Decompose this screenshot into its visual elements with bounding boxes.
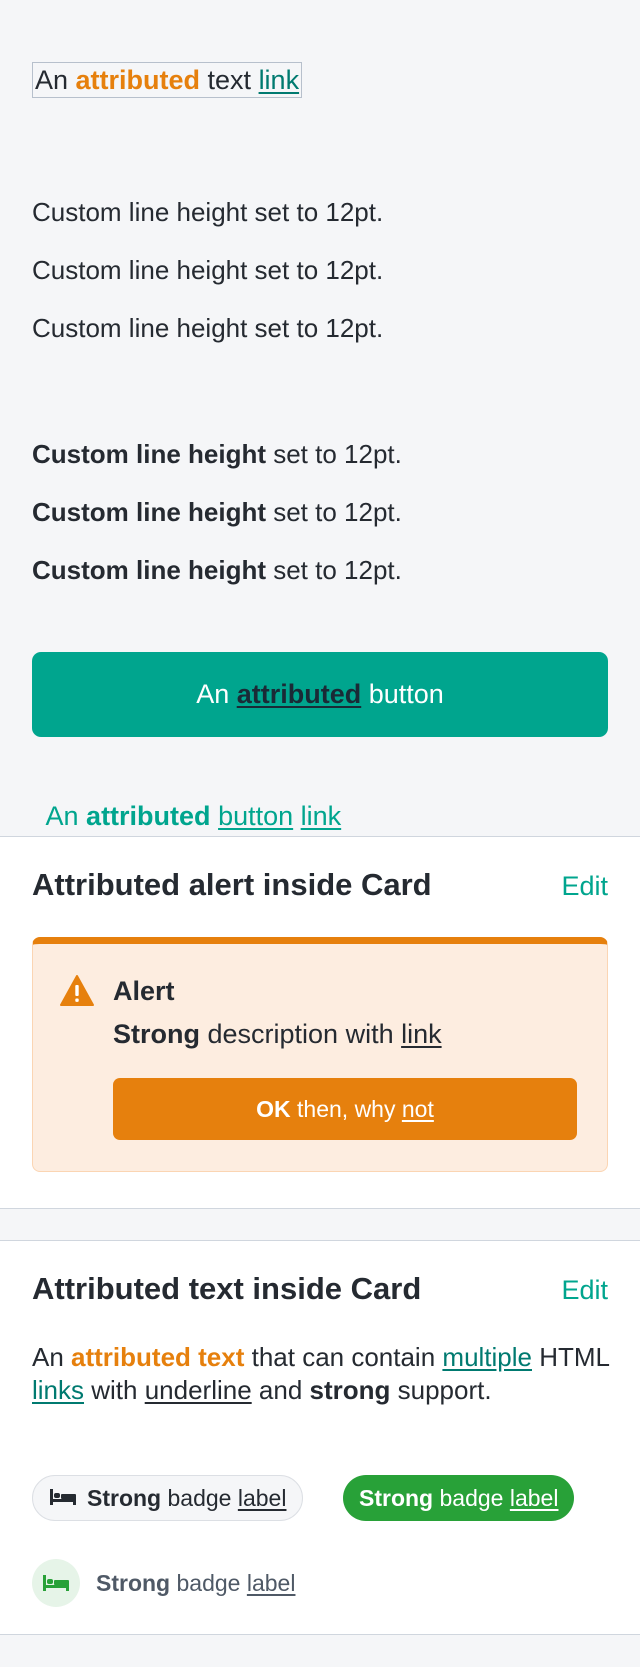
line-height-paragraph: Custom line height set to 12pt.: [32, 541, 402, 599]
text-segment-bold: attributed: [86, 801, 211, 831]
text-segment: [293, 801, 301, 831]
text-link[interactable]: link: [259, 65, 300, 95]
line-height-paragraph: Custom line height set to 12pt.: [32, 313, 384, 343]
neutral-badge: Strong badge label: [32, 1475, 304, 1521]
card-title: Attributed alert inside Card: [32, 867, 432, 902]
button-link: not: [401, 1095, 434, 1122]
text-segment: badge: [161, 1484, 238, 1511]
bold-text: Custom line height: [32, 555, 266, 585]
line-height-group-regular: Custom line height set to 12pt. Custom l…: [32, 183, 383, 357]
warning-icon: [59, 974, 95, 1013]
text-segment: [211, 801, 219, 831]
regular-text: set to 12pt.: [266, 555, 402, 585]
text-segment: and: [251, 1375, 310, 1405]
text-segment: description with: [200, 1019, 402, 1049]
button-text-attributed: attributed: [236, 679, 362, 709]
strong-text: Strong: [96, 1569, 171, 1596]
text-link[interactable]: links: [32, 1375, 84, 1405]
text-segment: An: [32, 1342, 72, 1372]
alert-card: Attributed alert inside Card Edit Alert …: [0, 836, 640, 1209]
badge-label: Strong badge label: [359, 1485, 558, 1512]
text-link[interactable]: multiple: [442, 1342, 532, 1372]
edit-link[interactable]: Edit: [561, 871, 608, 902]
text-segment: support.: [390, 1375, 492, 1405]
badge-link[interactable]: label: [238, 1485, 287, 1511]
strong-text: Strong: [87, 1484, 162, 1511]
card-title: Attributed text inside Card: [32, 1271, 422, 1306]
regular-text: set to 12pt.: [266, 439, 402, 469]
regular-text: set to 12pt.: [266, 497, 402, 527]
strong-text: OK: [256, 1095, 291, 1122]
button-text: An: [196, 679, 237, 709]
text-segment: then, why: [290, 1095, 402, 1122]
badge-label: Strong badge label: [96, 1570, 295, 1597]
button-link-underlined[interactable]: button: [218, 801, 293, 831]
text-segment: badge: [170, 1569, 247, 1596]
strong-text: Strong: [113, 1019, 200, 1049]
text-segment: An: [45, 801, 87, 831]
text-segment: that can contain: [244, 1342, 443, 1372]
bold-text: Custom line height: [32, 497, 266, 527]
text-segment: text: [200, 65, 259, 95]
text-segment: HTML: [532, 1342, 617, 1372]
line-height-paragraph: Custom line height set to 12pt.: [32, 483, 402, 541]
text-segment: badge: [433, 1484, 510, 1511]
bed-icon: [32, 1559, 80, 1607]
success-badge: Strong badge label: [343, 1475, 575, 1521]
icon-badge: Strong badge label: [32, 1559, 295, 1607]
alert-link[interactable]: link: [401, 1019, 442, 1049]
line-height-paragraph: Custom line height set to 12pt.: [32, 255, 384, 285]
bed-icon: [49, 1485, 87, 1512]
attributed-button[interactable]: An attributed button: [32, 652, 608, 737]
link-underlined[interactable]: link: [301, 801, 342, 831]
alert-title: Alert: [113, 976, 175, 1006]
text-segment: with: [84, 1375, 145, 1405]
bold-text: Custom line height: [32, 439, 266, 469]
attributed-button-link[interactable]: An attributed button link: [32, 770, 342, 832]
alert-ok-button[interactable]: OK then, why not: [113, 1078, 577, 1140]
attributed-text-link[interactable]: An attributed text link: [32, 62, 303, 98]
text-segment-attributed: attributed text: [71, 1342, 245, 1372]
edit-link[interactable]: Edit: [561, 1275, 608, 1306]
underlined-text: underline: [144, 1375, 252, 1405]
badge-link[interactable]: label: [247, 1570, 296, 1596]
attributed-paragraph: An attributed text that can contain mult…: [32, 1341, 612, 1407]
badge-link[interactable]: label: [510, 1485, 559, 1511]
line-height-paragraph: Custom line height set to 12pt.: [32, 425, 402, 483]
alert-description: Strong description with link: [113, 1019, 442, 1050]
strong-text: Strong: [359, 1484, 434, 1511]
warning-alert: Alert Strong description with link OK th…: [32, 937, 608, 1172]
text-segment-attributed: attributed: [75, 65, 201, 95]
button-text: button: [361, 679, 444, 709]
badge-label: Strong badge label: [87, 1485, 286, 1512]
text-segment: An: [35, 65, 76, 95]
strong-text: strong: [309, 1375, 391, 1405]
line-height-group-bold: Custom line height set to 12pt. Custom l…: [32, 425, 402, 599]
text-card: Attributed text inside Card Edit An attr…: [0, 1240, 640, 1635]
line-height-paragraph: Custom line height set to 12pt.: [32, 197, 384, 227]
